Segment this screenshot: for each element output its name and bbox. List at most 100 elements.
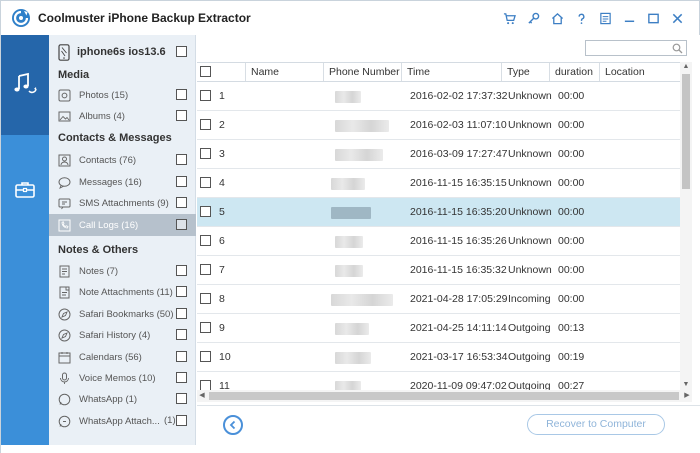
table-row-selected[interactable]: 5 2016-11-15 16:35:20 Unknown 00:00	[197, 198, 680, 227]
table-row[interactable]: 9 2021-04-25 14:11:14 Outgoing 00:13	[197, 314, 680, 343]
iphone-icon	[58, 43, 70, 61]
category-messages[interactable]: Messages (16)	[49, 171, 196, 193]
scroll-down-icon[interactable]: ▼	[681, 380, 691, 390]
key-icon[interactable]	[521, 9, 545, 27]
category-checkbox[interactable]	[176, 415, 187, 426]
column-location[interactable]: Location	[599, 63, 679, 81]
recover-to-computer-button[interactable]: Recover to Computer	[527, 414, 665, 435]
row-checkbox[interactable]	[200, 264, 211, 275]
table-row[interactable]: 3 2016-03-09 17:27:47 Unknown 00:00	[197, 140, 680, 169]
rail-item-toolkit[interactable]	[1, 173, 49, 207]
category-label: Safari Bookmarks (50)	[79, 308, 174, 320]
home-icon[interactable]	[545, 9, 569, 27]
horizontal-scroll-thumb[interactable]	[209, 392, 679, 400]
scroll-left-icon[interactable]: ◀	[197, 391, 207, 401]
category-checkbox[interactable]	[176, 372, 187, 383]
category-whatsapp-attachments[interactable]: WhatsApp Attach... (1)	[49, 410, 196, 432]
whatsapp-attachment-icon	[58, 415, 71, 428]
row-type: Outgoing	[508, 351, 551, 363]
row-duration: 00:00	[558, 235, 585, 247]
title-bar: Coolmuster iPhone Backup Extractor	[1, 1, 699, 35]
row-checkbox[interactable]	[200, 235, 211, 246]
bookmark-icon	[58, 308, 71, 321]
category-checkbox[interactable]	[176, 329, 187, 340]
column-type[interactable]: Type	[501, 63, 549, 81]
category-safari-history[interactable]: Safari History (4)	[49, 324, 196, 346]
row-checkbox[interactable]	[200, 177, 211, 188]
row-duration: 00:00	[558, 177, 585, 189]
minimize-icon[interactable]	[617, 9, 641, 27]
horizontal-scrollbar[interactable]: ◀ ▶	[197, 390, 692, 402]
device-row[interactable]: iphone6s ios13.6	[49, 41, 196, 63]
category-albums[interactable]: Albums (4)	[49, 105, 196, 127]
category-sms-attachments[interactable]: SMS Attachments (9)	[49, 192, 196, 214]
category-checkbox[interactable]	[176, 308, 187, 319]
phone-number-redacted	[335, 352, 371, 364]
row-checkbox[interactable]	[200, 206, 211, 217]
vertical-scrollbar[interactable]: ▲ ▼	[680, 62, 692, 390]
maximize-icon[interactable]	[641, 9, 665, 27]
category-checkbox[interactable]	[176, 154, 187, 165]
row-duration: 00:00	[558, 264, 585, 276]
column-duration[interactable]: duration	[549, 63, 599, 81]
column-time[interactable]: Time	[401, 63, 501, 81]
category-checkbox[interactable]	[176, 176, 187, 187]
category-checkbox[interactable]	[176, 110, 187, 121]
category-photos[interactable]: Photos (15)	[49, 84, 196, 106]
row-type: Unknown	[508, 235, 552, 247]
row-checkbox[interactable]	[200, 90, 211, 101]
category-checkbox[interactable]	[176, 219, 187, 230]
category-note-attachments[interactable]: Note Attachments (11)	[49, 281, 196, 303]
search-input[interactable]	[585, 40, 687, 56]
category-checkbox[interactable]	[176, 89, 187, 100]
row-duration: 00:00	[558, 293, 585, 305]
table-row[interactable]: 11 2020-11-09 09:47:02 Outgoing 00:27	[197, 372, 680, 390]
table-row[interactable]: 10 2021-03-17 16:53:34 Outgoing 00:19	[197, 343, 680, 372]
category-call-logs[interactable]: Call Logs (16)	[49, 214, 196, 236]
scroll-up-icon[interactable]: ▲	[681, 62, 691, 72]
row-checkbox[interactable]	[200, 351, 211, 362]
category-notes[interactable]: Notes (7)	[49, 260, 196, 282]
category-whatsapp[interactable]: WhatsApp (1)	[49, 388, 196, 410]
category-checkbox[interactable]	[176, 265, 187, 276]
row-checkbox[interactable]	[200, 380, 211, 390]
window-bottom-edge	[1, 445, 700, 453]
back-button[interactable]	[223, 415, 243, 435]
column-phone-number[interactable]: Phone Number	[323, 63, 403, 81]
category-checkbox[interactable]	[176, 393, 187, 404]
scroll-right-icon[interactable]: ▶	[682, 391, 692, 401]
help-icon[interactable]	[569, 9, 593, 27]
device-checkbox[interactable]	[176, 46, 187, 57]
row-index: 8	[219, 293, 225, 305]
row-time: 2016-11-15 16:35:32	[410, 264, 507, 276]
row-checkbox[interactable]	[200, 322, 211, 333]
cart-icon[interactable]	[497, 9, 521, 27]
table-row[interactable]: 8 2021-04-28 17:05:29 Incoming 00:00	[197, 285, 680, 314]
table-row[interactable]: 6 2016-11-15 16:35:26 Unknown 00:00	[197, 227, 680, 256]
table-row[interactable]: 7 2016-11-15 16:35:32 Unknown 00:00	[197, 256, 680, 285]
category-label: Photos (15)	[79, 89, 129, 101]
feedback-icon[interactable]	[593, 9, 617, 27]
vertical-scroll-thumb[interactable]	[682, 74, 690, 189]
category-safari-bookmarks[interactable]: Safari Bookmarks (50)	[49, 303, 196, 325]
rail-item-media-backup[interactable]	[1, 35, 49, 135]
table-row[interactable]: 2 2016-02-03 11:07:10 Unknown 00:00	[197, 111, 680, 140]
row-checkbox[interactable]	[200, 119, 211, 130]
category-checkbox[interactable]	[176, 351, 187, 362]
category-calendars[interactable]: Calendars (56)	[49, 346, 196, 368]
category-checkbox[interactable]	[176, 197, 187, 208]
category-contacts[interactable]: Contacts (76)	[49, 149, 196, 171]
phone-number-redacted	[335, 120, 389, 132]
row-checkbox[interactable]	[200, 148, 211, 159]
category-voice-memos[interactable]: Voice Memos (10)	[49, 367, 196, 389]
row-checkbox[interactable]	[200, 293, 211, 304]
table-row[interactable]: 1 2016-02-02 17:37:32 Unknown 00:00	[197, 82, 680, 111]
select-all-checkbox[interactable]	[200, 66, 211, 77]
table-row[interactable]: 4 2016-11-15 16:35:15 Unknown 00:00	[197, 169, 680, 198]
column-name[interactable]: Name	[245, 63, 327, 81]
category-checkbox[interactable]	[176, 286, 187, 297]
row-time: 2021-04-28 17:05:29	[410, 293, 508, 305]
messages-icon	[58, 176, 71, 189]
app-title: Coolmuster iPhone Backup Extractor	[38, 11, 251, 25]
close-icon[interactable]	[665, 9, 689, 27]
